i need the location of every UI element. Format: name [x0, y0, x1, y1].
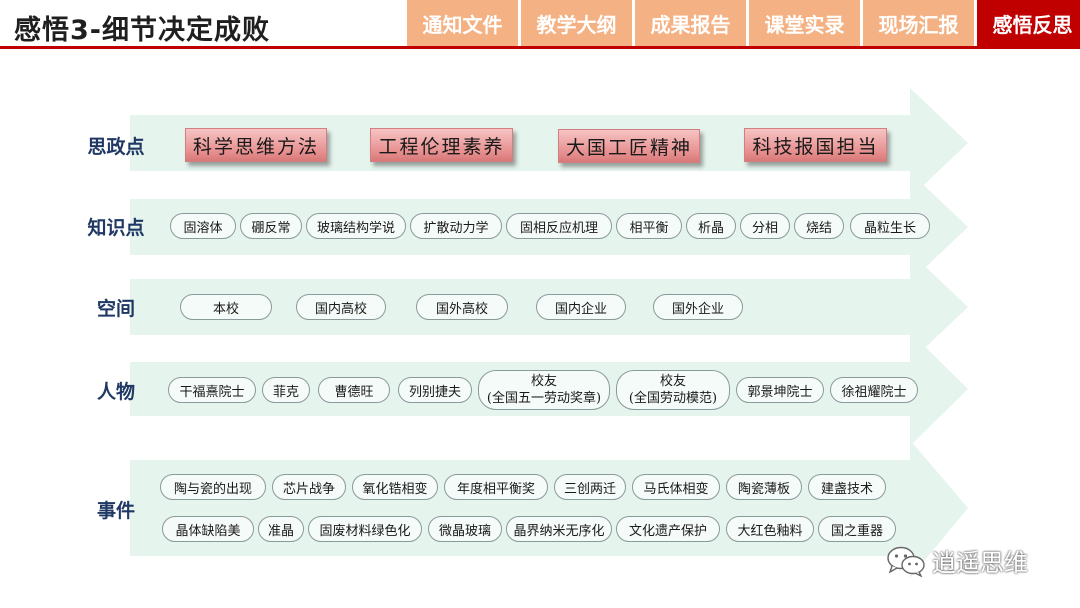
- event-chip: 年度相平衡奖: [444, 474, 548, 500]
- event-chip: 建盏技术: [808, 474, 886, 500]
- event-chip: 文化遗产保护: [616, 516, 720, 542]
- event-chip: 陶与瓷的出现: [160, 474, 266, 500]
- tab-achievement-report[interactable]: 成果报告: [635, 0, 746, 46]
- alumni-line1: 校友: [530, 374, 557, 389]
- event-chip: 晶体缺陷美: [162, 516, 254, 542]
- page-title: 感悟3-细节决定成败: [14, 15, 270, 46]
- wechat-icon: [887, 546, 925, 577]
- space-chip: 国内企业: [536, 294, 626, 320]
- event-chip: 晶界纳米无序化: [506, 516, 612, 542]
- event-chip: 国之重器: [818, 516, 896, 542]
- event-chip: 微晶玻璃: [428, 516, 502, 542]
- person-chip-alumni: 校友 (全国五一劳动奖章): [478, 370, 610, 410]
- row-label-renwu: 人物: [96, 381, 135, 403]
- header-divider: [0, 46, 1080, 49]
- row-label-kongjian: 空间: [96, 298, 135, 320]
- event-chip: 陶瓷薄板: [726, 474, 802, 500]
- person-chip: 菲克: [262, 377, 310, 403]
- knowledge-chip: 固相反应机理: [506, 213, 612, 239]
- sizheng-item: 科学思维方法: [185, 128, 327, 162]
- tab-bar: 通知文件 教学大纲 成果报告 课堂实录 现场汇报 感悟反思: [404, 0, 1080, 46]
- person-chip: 徐祖耀院士: [830, 377, 918, 403]
- sizheng-item: 科技报国担当: [744, 128, 887, 162]
- person-chip-alumni: 校友 (全国劳动模范): [616, 370, 730, 410]
- tab-notice-files[interactable]: 通知文件: [407, 0, 518, 46]
- knowledge-chip: 相平衡: [616, 213, 682, 239]
- row-label-zhishi: 知识点: [87, 217, 145, 239]
- sizheng-item: 大国工匠精神: [558, 129, 700, 163]
- space-chip: 国内高校: [296, 294, 386, 320]
- space-chip: 国外企业: [653, 294, 743, 320]
- row-label-shijian: 事件: [96, 500, 135, 522]
- knowledge-chip: 析晶: [686, 213, 736, 239]
- knowledge-chip: 玻璃结构学说: [306, 213, 406, 239]
- event-chip: 芯片战争: [272, 474, 346, 500]
- event-chip: 大红色釉料: [726, 516, 814, 542]
- event-chip: 氧化锆相变: [352, 474, 438, 500]
- event-chip: 马氏体相变: [632, 474, 720, 500]
- arrow-band-shijian: [130, 440, 968, 578]
- tab-class-record[interactable]: 课堂实录: [749, 0, 860, 46]
- person-chip: 干福熹院士: [168, 377, 256, 403]
- space-chip: 本校: [180, 294, 272, 320]
- knowledge-chip: 硼反常: [240, 213, 302, 239]
- space-chip: 国外高校: [416, 294, 508, 320]
- tab-live-report[interactable]: 现场汇报: [863, 0, 974, 46]
- alumni-line1: 校友: [659, 374, 686, 389]
- knowledge-chip: 烧结: [794, 213, 844, 239]
- row-label-sizheng: 思政点: [87, 136, 145, 158]
- event-chip: 固废材料绿色化: [308, 516, 422, 542]
- alumni-line2: (全国五一劳动奖章): [486, 391, 602, 406]
- watermark: 逍遥思维: [886, 543, 1028, 578]
- watermark-text: 逍遥思维: [932, 549, 1028, 577]
- tab-syllabus[interactable]: 教学大纲: [521, 0, 632, 46]
- header-bar: 感悟3-细节决定成败 通知文件 教学大纲 成果报告 课堂实录 现场汇报 感悟反思: [0, 0, 1080, 48]
- event-chip: 准晶: [258, 516, 304, 542]
- knowledge-chip: 扩散动力学: [410, 213, 502, 239]
- person-chip: 曹德旺: [318, 377, 390, 403]
- tab-reflection[interactable]: 感悟反思: [977, 0, 1080, 46]
- knowledge-chip: 分相: [740, 213, 790, 239]
- knowledge-chip: 晶粒生长: [850, 213, 930, 239]
- person-chip: 郭景坤院士: [736, 377, 824, 403]
- person-chip: 列别捷夫: [398, 377, 472, 403]
- sizheng-item: 工程伦理素养: [370, 128, 513, 162]
- alumni-line2: (全国劳动模范): [628, 391, 718, 406]
- event-chip: 三创两迁: [554, 474, 626, 500]
- knowledge-chip: 固溶体: [170, 213, 236, 239]
